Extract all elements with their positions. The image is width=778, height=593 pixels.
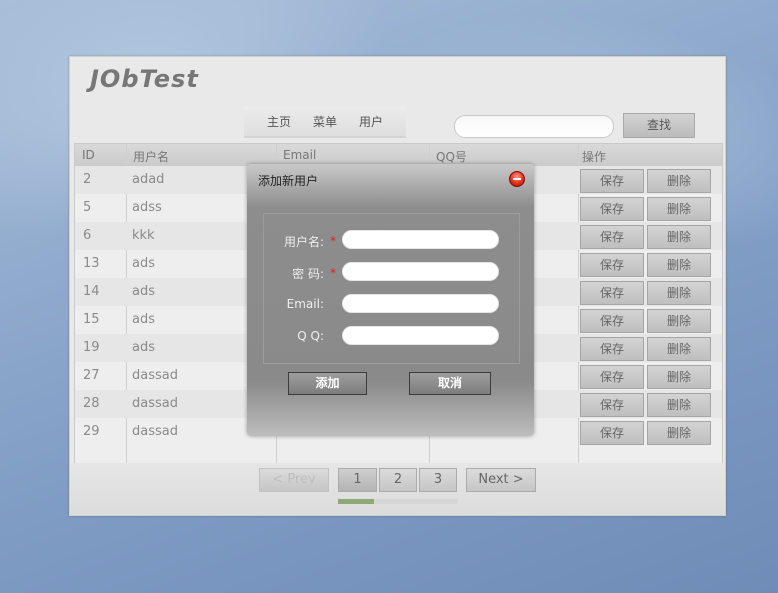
password-label: 密 码: <box>292 267 324 281</box>
username-label: 用户名: <box>283 235 324 249</box>
qq-field[interactable] <box>342 326 499 345</box>
modal-overlay: 添加新用户 用户名: * 密 码: * Email: Q Q: 添加 取消 <box>0 0 778 593</box>
email-field[interactable] <box>342 294 499 313</box>
close-icon[interactable] <box>509 171 525 187</box>
add-button[interactable]: 添加 <box>288 372 367 395</box>
required-mark: * <box>330 234 336 248</box>
cancel-button[interactable]: 取消 <box>409 372 491 395</box>
username-field[interactable] <box>342 230 499 249</box>
dialog-title: 添加新用户 <box>258 174 319 188</box>
required-mark: * <box>330 266 336 280</box>
email-label: Email: <box>286 297 324 311</box>
qq-label: Q Q: <box>297 329 324 343</box>
password-field[interactable] <box>342 262 499 281</box>
add-user-form: 用户名: * 密 码: * Email: Q Q: <box>263 213 520 364</box>
add-user-dialog: 添加新用户 用户名: * 密 码: * Email: Q Q: 添加 取消 <box>247 164 534 436</box>
